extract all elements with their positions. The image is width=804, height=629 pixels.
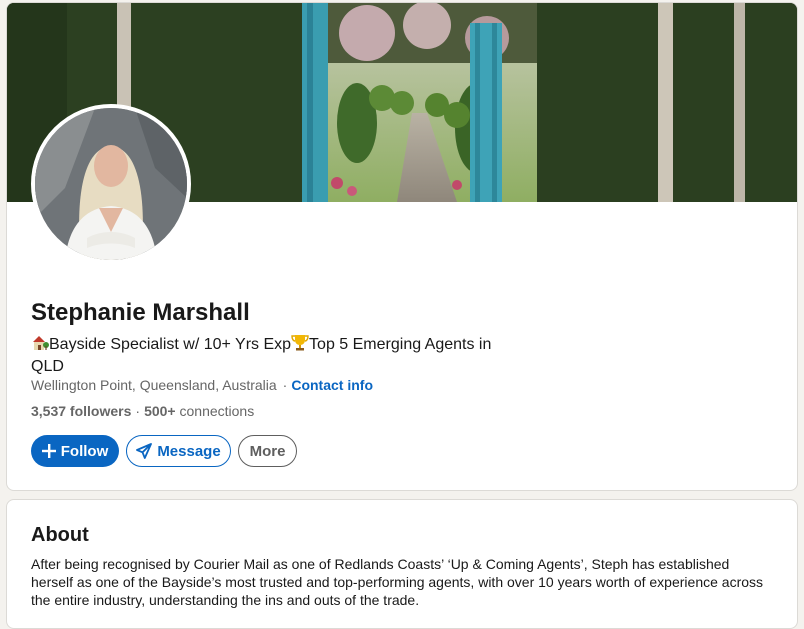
more-label: More: [249, 442, 286, 460]
profile-name: Stephanie Marshall: [31, 299, 250, 326]
follow-label: Follow: [60, 442, 109, 460]
message-button[interactable]: Message: [126, 435, 231, 467]
about-card: About After being recognised by Courier …: [6, 499, 798, 629]
about-heading: About: [31, 524, 89, 546]
location-text: Wellington Point, Queensland, Australia: [31, 377, 277, 393]
house-garden-icon: [31, 334, 49, 357]
separator-dot: ·: [135, 403, 141, 419]
follow-button[interactable]: Follow: [31, 435, 119, 467]
headline-text-part-1: Bayside Specialist w/ 10+ Yrs Exp: [49, 336, 292, 353]
network-stats: 3,537 followers · 500+ connections: [31, 402, 254, 420]
plus-icon: [41, 444, 56, 458]
message-label: Message: [157, 442, 221, 460]
separator-dot: ·: [282, 377, 288, 393]
connections-count: 500+: [144, 403, 176, 419]
profile-headline: Bayside Specialist w/ 10+ Yrs Exp Top 5 …: [31, 333, 511, 377]
paper-plane-icon: [136, 443, 153, 459]
more-button[interactable]: More: [238, 435, 297, 467]
trophy-icon: [291, 333, 309, 357]
followers-count: 3,537 followers: [31, 403, 132, 419]
contact-info-link[interactable]: Contact info: [291, 377, 373, 393]
profile-photo[interactable]: [31, 104, 191, 264]
about-text: After being recognised by Courier Mail a…: [31, 556, 764, 608]
profile-card: Stephanie Marshall Bayside Specialist w/…: [6, 2, 798, 491]
location-row: Wellington Point, Queensland, Australia ·…: [31, 376, 373, 394]
connections-label: connections: [179, 403, 255, 419]
